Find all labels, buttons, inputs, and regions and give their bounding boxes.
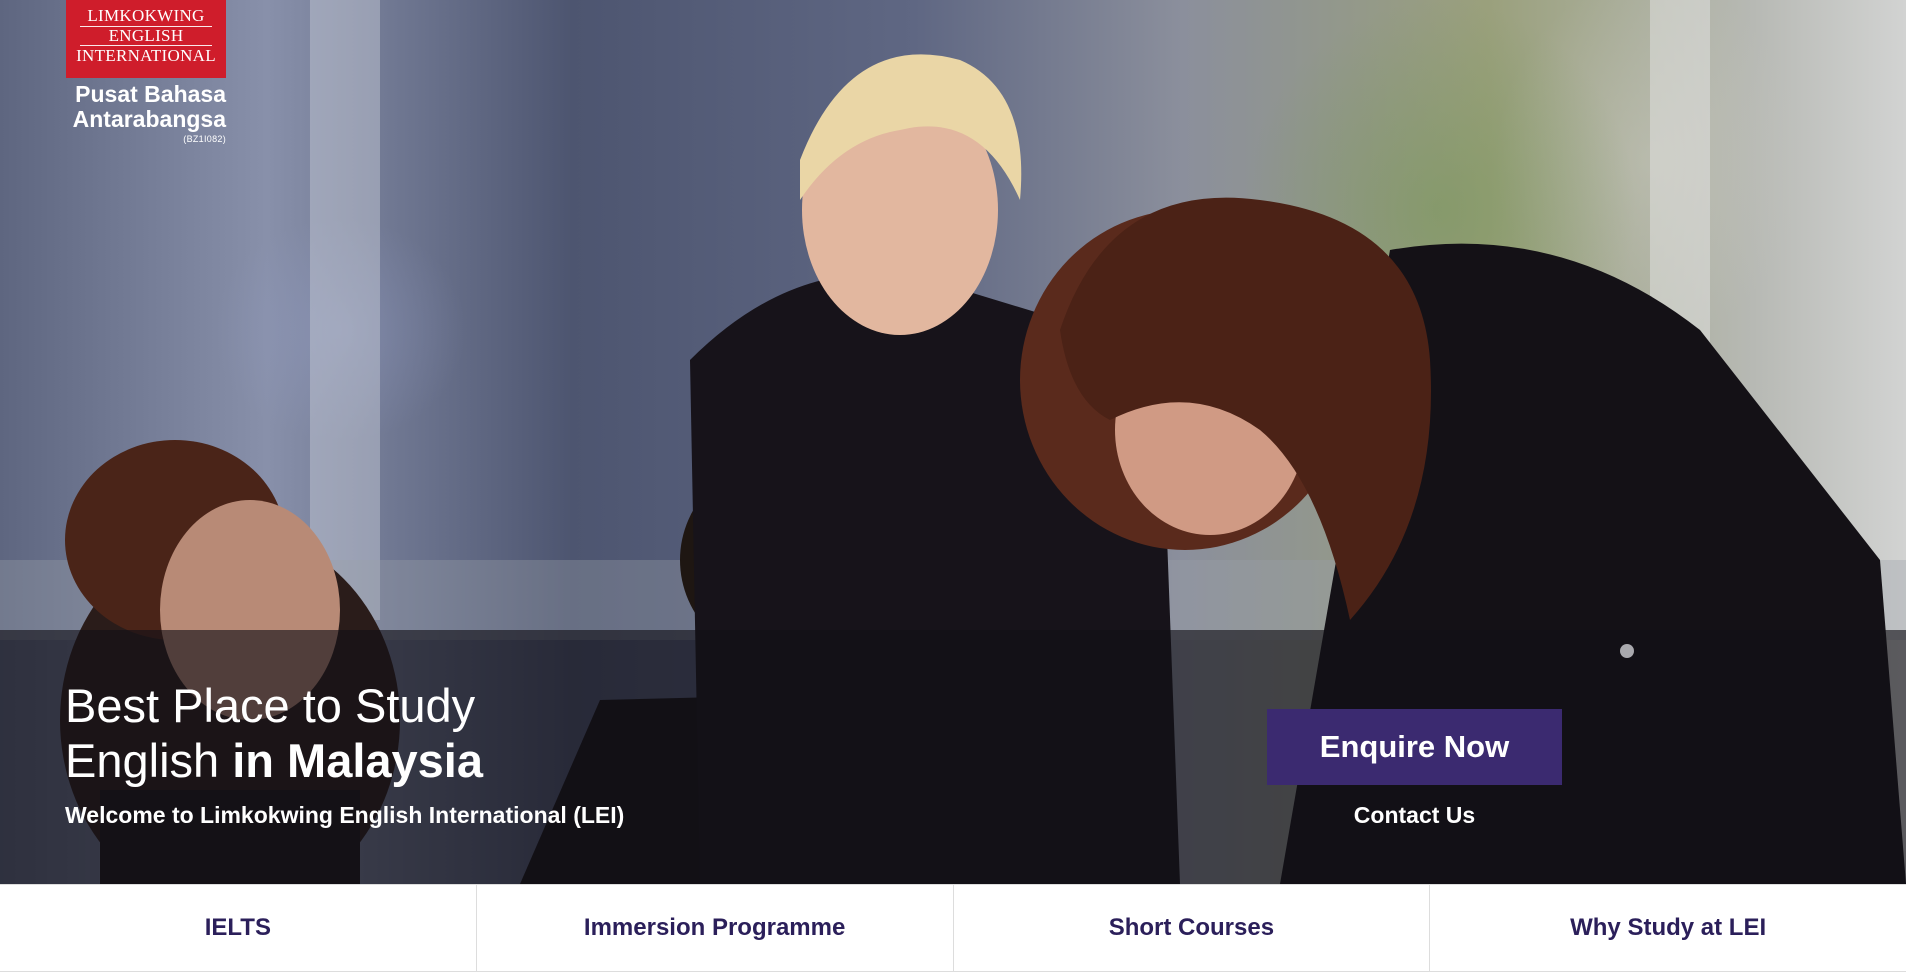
- enquire-now-button[interactable]: Enquire Now: [1267, 709, 1562, 785]
- headline-line-1: Best Place to Study: [65, 679, 476, 732]
- bottom-nav: IELTS Immersion Programme Short Courses …: [0, 884, 1906, 972]
- nav-item-ielts[interactable]: IELTS: [0, 885, 477, 971]
- nav-item-immersion-programme[interactable]: Immersion Programme: [477, 885, 954, 971]
- logo-badge: LIMKOKWING ENGLISH INTERNATIONAL: [66, 0, 226, 78]
- nav-item-why-study-at-lei[interactable]: Why Study at LEI: [1430, 885, 1906, 971]
- welcome-text: Welcome to Limkokwing English Internatio…: [65, 802, 625, 828]
- logo-line-3: INTERNATIONAL: [76, 46, 216, 65]
- slider-dot[interactable]: [1620, 644, 1634, 658]
- contact-us-link[interactable]: Contact Us: [1267, 802, 1562, 829]
- hero-headline: Best Place to Study English in Malaysia: [65, 678, 483, 788]
- logo-line-1: LIMKOKWING: [87, 6, 205, 25]
- logo-registration: (BZ1I082): [183, 134, 226, 144]
- headline-line-2-bold: in Malaysia: [232, 734, 484, 787]
- logo-subtitle: Pusat Bahasa Antarabangsa: [66, 82, 226, 132]
- hero-banner: LIMKOKWING ENGLISH INTERNATIONAL Pusat B…: [0, 0, 1906, 884]
- logo-subtitle-line-2: Antarabangsa: [72, 106, 226, 132]
- logo-line-2: ENGLISH: [80, 26, 212, 46]
- lei-logo[interactable]: LIMKOKWING ENGLISH INTERNATIONAL Pusat B…: [66, 0, 226, 144]
- nav-item-short-courses[interactable]: Short Courses: [954, 885, 1431, 971]
- logo-subtitle-line-1: Pusat Bahasa: [75, 81, 226, 107]
- headline-line-2-regular: English: [65, 734, 233, 787]
